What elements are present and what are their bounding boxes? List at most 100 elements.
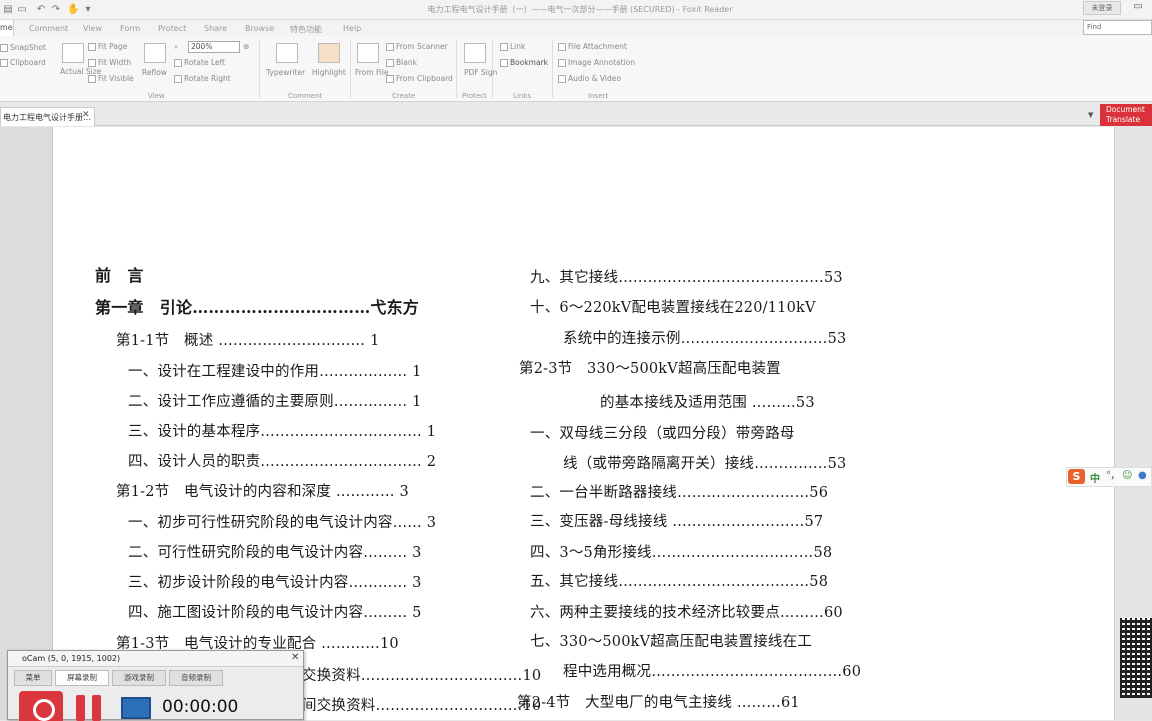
toc-line: 第一章 引论……………………………弋东方: [95, 298, 420, 317]
minimize-icon[interactable]: ▭: [1131, 0, 1145, 14]
tab-browse[interactable]: Browse: [245, 24, 274, 33]
rotate-right-button[interactable]: Rotate Right: [174, 74, 231, 83]
emoji-icon[interactable]: ☺: [1122, 470, 1132, 481]
document-tab[interactable]: 电力工程电气设计手册…: [0, 107, 95, 126]
customize-dropdown-icon[interactable]: ▾: [82, 4, 94, 16]
toc-line: 五、其它接线…………………………………58: [530, 574, 829, 590]
close-icon[interactable]: ✕: [82, 110, 90, 120]
toc-line: 四、施工图设计阶段的电气设计内容……… 5: [128, 605, 422, 621]
snapshot-button[interactable]: SnapShot: [0, 43, 46, 52]
image-icon: [558, 59, 566, 67]
hand-tool-icon[interactable]: ✋: [67, 4, 79, 16]
from-scanner-button[interactable]: From Scanner: [386, 42, 448, 51]
zoom-select[interactable]: 200%: [188, 41, 240, 53]
bookmark-icon: [500, 59, 508, 67]
toc-line: 二、一台半断路器接线………………………56: [530, 485, 829, 501]
toc-line: 二、设计工作应遵循的主要原则…………… 1: [128, 394, 422, 410]
tab-view[interactable]: View: [83, 24, 102, 33]
ocam-tab-screen-record[interactable]: 屏幕录制: [55, 670, 109, 686]
divider: [552, 40, 553, 98]
group-label-protect: Protect: [462, 92, 487, 100]
image-annotation-button[interactable]: Image Annotation: [558, 58, 635, 67]
toc-line: 四、设计人员的职责…………………………… 2: [128, 454, 437, 470]
reflow-icon[interactable]: [144, 43, 166, 63]
fit-visible-button[interactable]: Fit Visible: [88, 74, 134, 83]
snapshot-icon: [0, 44, 8, 52]
file-attachment-button[interactable]: File Attachment: [558, 42, 627, 51]
toc-line: 交换资料……………………………10: [302, 668, 542, 684]
toc-line: 第1-2节 电气设计的内容和深度 ………… 3: [116, 484, 409, 500]
qr-code-icon: [1120, 618, 1152, 698]
fit-page-icon: [88, 43, 96, 51]
divider: [259, 40, 260, 98]
undo-icon[interactable]: ↶: [35, 4, 47, 16]
tab-share[interactable]: Share: [204, 24, 227, 33]
fit-page-button[interactable]: Fit Page: [88, 42, 127, 51]
record-button[interactable]: [19, 691, 63, 721]
zoom-icon[interactable]: ⌕: [174, 42, 178, 52]
close-icon[interactable]: ✕: [291, 652, 299, 663]
bookmark-button[interactable]: Bookmark: [500, 58, 548, 67]
toc-line: 第1-1节 概述 ………………………… 1: [116, 333, 380, 349]
document-translate-button[interactable]: Document Translate: [1100, 104, 1152, 126]
chevron-down-icon[interactable]: ▼: [1088, 111, 1093, 119]
tab-protect[interactable]: Protect: [158, 24, 186, 33]
blank-button[interactable]: Blank: [386, 58, 417, 67]
tab-form[interactable]: Form: [120, 24, 140, 33]
app-menu-icon[interactable]: ▤: [2, 4, 14, 16]
ocam-window: oCam (5, 0, 1915, 1002) ✕ 菜单 屏幕录制 游戏录制 音…: [7, 650, 304, 721]
redo-icon[interactable]: ↷: [50, 4, 62, 16]
link-button[interactable]: Link: [500, 42, 525, 51]
rotate-left-button[interactable]: Rotate Left: [174, 58, 225, 67]
zoom-in-icon[interactable]: ⊕: [243, 42, 249, 51]
microphone-icon[interactable]: ●: [1138, 470, 1147, 481]
media-icon: [558, 75, 566, 83]
toc-line: 四、3～5角形接线……………………………58: [530, 545, 833, 561]
toc-line: 三、设计的基本程序…………………………… 1: [128, 424, 437, 440]
divider: [456, 40, 457, 98]
pdf-sign-icon[interactable]: [464, 43, 486, 63]
from-file-icon[interactable]: [357, 43, 379, 63]
scanner-icon: [386, 43, 394, 51]
toc-line: 的基本接线及适用范围 ………53: [600, 395, 815, 411]
toc-line: 二、可行性研究阶段的电气设计内容……… 3: [128, 545, 422, 561]
typewriter-icon[interactable]: [276, 43, 298, 63]
punctuation-icon[interactable]: °,: [1106, 470, 1115, 481]
group-label-links: Links: [513, 92, 531, 100]
highlight-label[interactable]: Highlight: [312, 68, 346, 77]
tab-comment[interactable]: Comment: [29, 24, 68, 33]
typewriter-label[interactable]: Typewriter: [266, 68, 305, 77]
ocam-tab-menu[interactable]: 菜单: [14, 670, 52, 686]
fit-width-button[interactable]: Fit Width: [88, 58, 131, 67]
actual-size-icon[interactable]: [62, 43, 84, 63]
ocam-tab-audio-record[interactable]: 音频录制: [169, 670, 223, 686]
group-label-comment: Comment: [288, 92, 323, 100]
ocam-tab-game-record[interactable]: 游戏录制: [112, 670, 166, 686]
tab-features[interactable]: 特色功能: [290, 24, 322, 35]
audio-video-button[interactable]: Audio & Video: [558, 74, 621, 83]
clipboard-button[interactable]: Clipboard: [0, 58, 46, 67]
pause-button[interactable]: [76, 695, 104, 721]
open-file-icon[interactable]: ▭: [16, 4, 28, 16]
toc-line: 六、两种主要接线的技术经济比较要点………60: [530, 605, 843, 621]
sogou-logo-icon[interactable]: S: [1068, 469, 1085, 484]
tab-help[interactable]: Help: [343, 24, 361, 33]
find-input[interactable]: Find: [1083, 20, 1152, 35]
link-icon: [500, 43, 508, 51]
reflow-label[interactable]: Reflow: [142, 68, 167, 77]
group-label-create: Create: [392, 92, 416, 100]
tab-home[interactable]: me: [0, 20, 14, 36]
fit-width-icon: [88, 59, 96, 67]
toc-line: 第2-4节 大型电厂的电气主接线 ………61: [517, 695, 800, 711]
ime-language-toggle[interactable]: 中: [1090, 470, 1100, 485]
from-file-label[interactable]: From File: [355, 68, 389, 77]
toc-line: 一、双母线三分段（或四分段）带旁路母: [530, 426, 795, 442]
toc-line: 间交换资料…………………………10: [302, 698, 542, 714]
login-button[interactable]: 未登录: [1083, 1, 1121, 15]
screen-area-icon[interactable]: [121, 697, 151, 719]
toc-line: 三、变压器-母线接线 ………………………57: [530, 514, 824, 530]
from-clipboard-button[interactable]: From Clipboard: [386, 74, 453, 83]
toc-line: 一、初步可行性研究阶段的电气设计内容…… 3: [128, 515, 437, 531]
group-label-insert: Insert: [588, 92, 609, 100]
highlight-icon[interactable]: [318, 43, 340, 63]
